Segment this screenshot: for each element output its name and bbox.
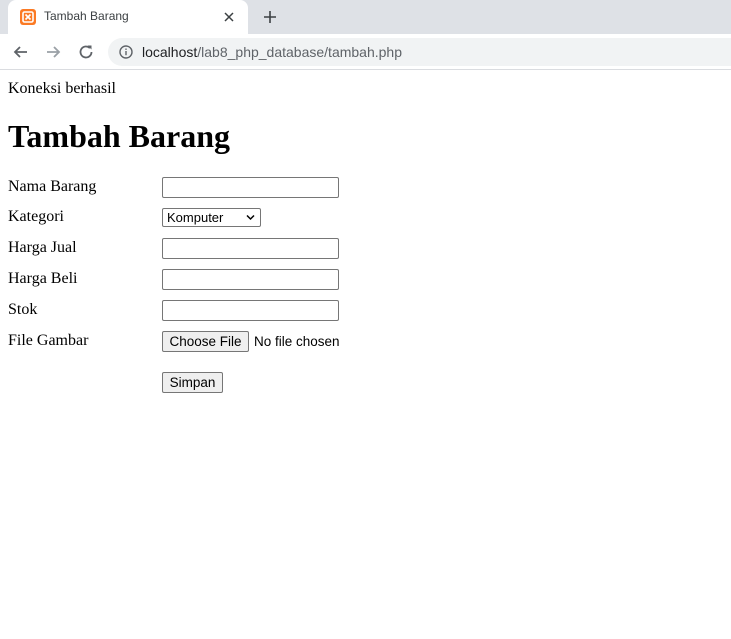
url-path: /lab8_php_database/tambah.php — [197, 44, 402, 60]
kategori-label: Kategori — [8, 208, 64, 225]
choose-file-button[interactable]: Choose File — [162, 331, 249, 352]
kategori-select[interactable]: Komputer — [162, 208, 261, 227]
plus-icon[interactable] — [262, 9, 278, 25]
nama-barang-input[interactable] — [162, 177, 339, 198]
tab-title: Tambah Barang — [44, 9, 129, 23]
page-content: Koneksi berhasil Tambah Barang Nama Bara… — [0, 71, 731, 639]
kategori-selected: Komputer — [167, 210, 224, 225]
info-icon[interactable] — [119, 45, 133, 59]
harga-jual-label: Harga Jual — [8, 239, 77, 256]
harga-jual-input[interactable] — [162, 238, 339, 259]
tab-strip: Tambah Barang — [0, 0, 731, 34]
arrow-forward-icon[interactable] — [44, 43, 62, 61]
browser-tab[interactable]: Tambah Barang — [8, 0, 248, 34]
file-gambar-label: File Gambar — [8, 332, 89, 349]
reload-icon[interactable] — [77, 43, 95, 61]
harga-beli-input[interactable] — [162, 269, 339, 290]
stok-label: Stok — [8, 301, 38, 318]
nama-barang-label: Nama Barang — [8, 178, 97, 195]
stok-input[interactable] — [162, 300, 339, 321]
chevron-down-icon — [246, 214, 255, 221]
url-host: localhost — [142, 44, 198, 60]
connection-status: Koneksi berhasil — [8, 80, 116, 97]
file-status: No file chosen — [254, 334, 340, 349]
xampp-icon — [20, 9, 36, 25]
save-button[interactable]: Simpan — [162, 372, 223, 393]
browser-toolbar: localhost/lab8_php_database/tambah.php — [0, 34, 731, 70]
url-text: localhost/lab8_php_database/tambah.php — [142, 44, 402, 60]
page-title: Tambah Barang — [8, 118, 230, 154]
harga-beli-label: Harga Beli — [8, 270, 78, 287]
arrow-back-icon[interactable] — [12, 43, 30, 61]
close-icon[interactable] — [222, 10, 236, 24]
address-bar[interactable]: localhost/lab8_php_database/tambah.php — [108, 38, 731, 66]
